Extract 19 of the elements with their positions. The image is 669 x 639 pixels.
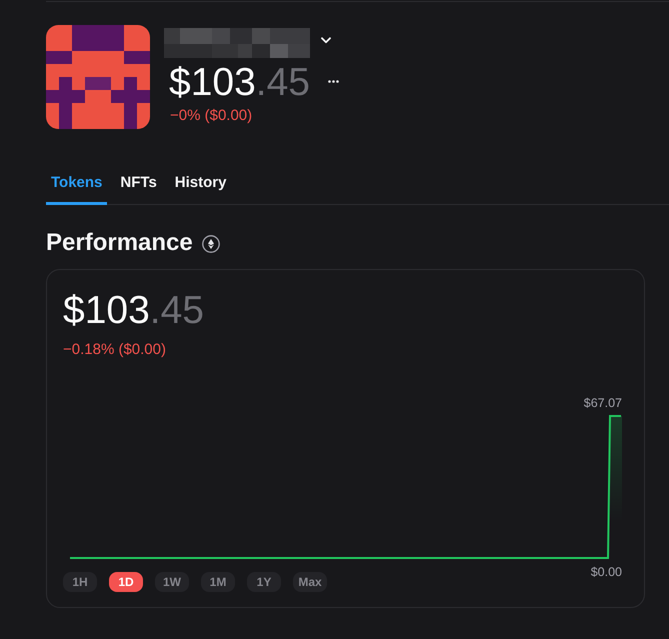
diamond-circle-icon[interactable] (202, 235, 220, 253)
balance-change: −0% ($0.00) (169, 106, 252, 126)
performance-change: −0.18% ($0.00) (63, 340, 166, 360)
tab[interactable]: NFTs (115, 163, 162, 205)
chart-high-label: $67.07 (584, 395, 622, 411)
range-button[interactable]: Max (293, 572, 327, 592)
range-button[interactable]: 1Y (247, 572, 281, 592)
range-button[interactable]: 1D (109, 572, 143, 592)
more-icon[interactable] (328, 80, 339, 82)
section-title: Performance (46, 228, 193, 258)
chevron-down-icon[interactable] (321, 36, 331, 44)
range-button[interactable]: 1M (201, 572, 235, 592)
wallet-balance: $103.45 (169, 60, 310, 106)
tab[interactable]: Tokens (46, 163, 108, 205)
performance-balance: $103.45 (63, 288, 204, 334)
range-button[interactable]: 1H (63, 572, 97, 592)
range-button[interactable]: 1W (155, 572, 189, 592)
tab[interactable]: History (170, 163, 232, 205)
chart-low-label: $0.00 (590, 564, 622, 580)
